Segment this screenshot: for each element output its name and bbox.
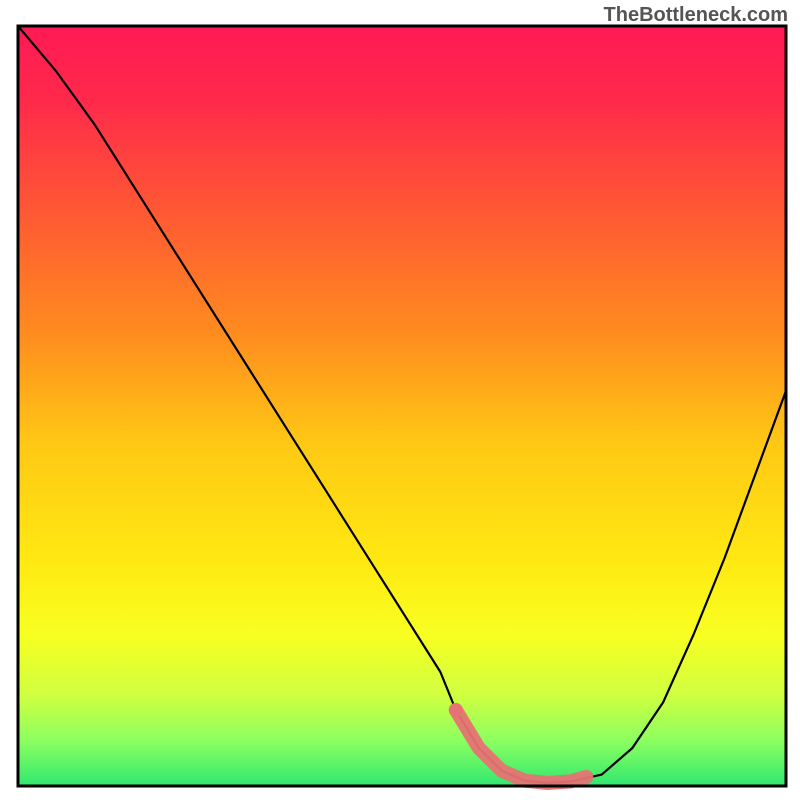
watermark-text: TheBottleneck.com [604, 4, 788, 27]
highlight-start-dot [449, 703, 463, 717]
bottleneck-chart [0, 0, 800, 800]
chart-background [18, 26, 786, 786]
